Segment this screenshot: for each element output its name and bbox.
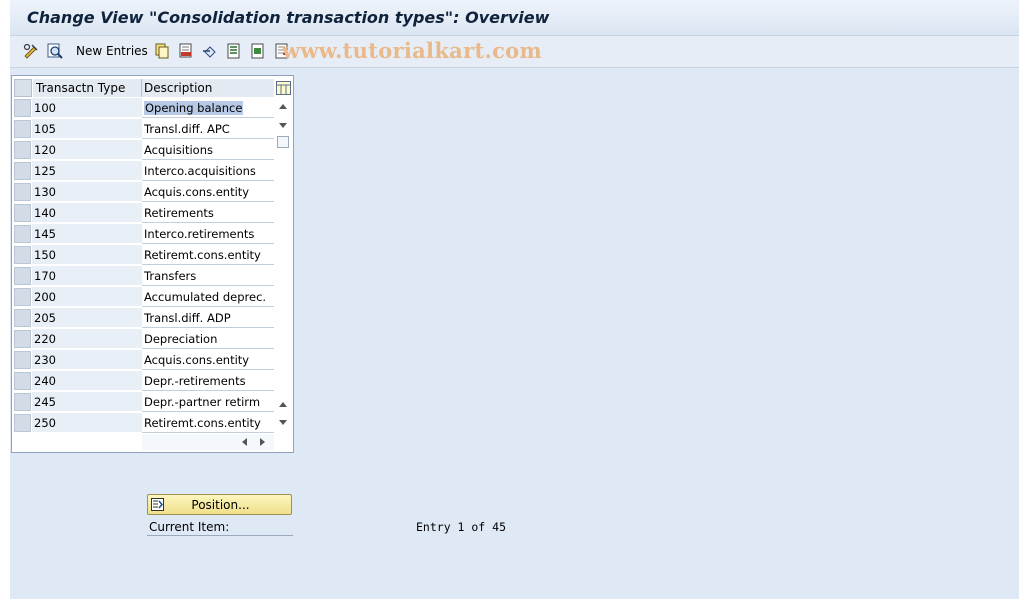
row-selector[interactable]: [14, 99, 31, 117]
select-block-icon[interactable]: [249, 42, 267, 60]
table-row[interactable]: 240 Depr.-retirements: [14, 371, 274, 391]
scroll-up-icon[interactable]: [279, 104, 287, 109]
row-selector[interactable]: [14, 162, 31, 180]
cell-description[interactable]: Opening balance: [142, 98, 274, 118]
cell-description[interactable]: Depr.-retirements: [142, 371, 274, 391]
select-all-rows-button[interactable]: [14, 79, 32, 97]
cell-transaction-type[interactable]: 150: [32, 245, 142, 265]
row-selector[interactable]: [14, 393, 31, 411]
table-row[interactable]: 205 Transl.diff. ADP: [14, 308, 274, 328]
scroll-page-down-icon[interactable]: [279, 420, 287, 425]
cell-transaction-type[interactable]: 250: [32, 413, 142, 433]
scroll-page-up-icon[interactable]: [279, 402, 287, 407]
cell-description[interactable]: Interco.acquisitions: [142, 161, 274, 181]
cell-transaction-type[interactable]: 145: [32, 224, 142, 244]
row-selector[interactable]: [14, 288, 31, 306]
row-selector[interactable]: [14, 225, 31, 243]
cell-transaction-type[interactable]: 170: [32, 266, 142, 286]
cell-description[interactable]: Interco.retirements: [142, 224, 274, 244]
cell-description[interactable]: Acquis.cons.entity: [142, 182, 274, 202]
column-header-transaction-type[interactable]: Transactn Type: [33, 79, 142, 97]
cell-transaction-type[interactable]: 240: [32, 371, 142, 391]
cell-description[interactable]: Acquisitions: [142, 140, 274, 160]
horizontal-scrollbar[interactable]: [142, 434, 274, 450]
cell-description[interactable]: Retiremt.cons.entity: [142, 245, 274, 265]
select-all-icon[interactable]: [225, 42, 243, 60]
left-margin: [0, 0, 10, 599]
table-row[interactable]: 200 Accumulated deprec.: [14, 287, 274, 307]
cell-transaction-type[interactable]: 125: [32, 161, 142, 181]
row-selector[interactable]: [14, 204, 31, 222]
undo-icon[interactable]: [201, 42, 219, 60]
table-row[interactable]: 100 Opening balance: [14, 98, 274, 118]
table-row[interactable]: 245 Depr.-partner retirm: [14, 392, 274, 412]
row-selector[interactable]: [14, 267, 31, 285]
row-selector[interactable]: [14, 330, 31, 348]
position-button-label: Position...: [191, 498, 250, 512]
row-selector[interactable]: [14, 414, 31, 432]
scroll-thumb[interactable]: [277, 136, 289, 148]
new-entries-button[interactable]: New Entries: [76, 44, 148, 58]
cell-transaction-type[interactable]: 205: [32, 308, 142, 328]
display-change-icon[interactable]: [22, 42, 40, 60]
title-bar: Change View "Consolidation transaction t…: [10, 0, 1019, 36]
row-selector[interactable]: [14, 309, 31, 327]
column-header-description[interactable]: Description: [142, 79, 274, 97]
delete-icon[interactable]: [177, 42, 195, 60]
position-button[interactable]: Position...: [147, 494, 292, 515]
table-row[interactable]: 140 Retirements: [14, 203, 274, 223]
cell-description[interactable]: Retiremt.cons.entity: [142, 413, 274, 433]
selected-text[interactable]: Opening balance: [144, 101, 244, 115]
table-row[interactable]: 150 Retiremt.cons.entity: [14, 245, 274, 265]
details-icon[interactable]: [46, 42, 64, 60]
row-selector[interactable]: [14, 351, 31, 369]
watermark-text: www.tutorialkart.com: [282, 38, 542, 63]
table-row[interactable]: 130 Acquis.cons.entity: [14, 182, 274, 202]
cell-transaction-type[interactable]: 120: [32, 140, 142, 160]
row-selector[interactable]: [14, 372, 31, 390]
page-title: Change View "Consolidation transaction t…: [27, 8, 550, 27]
row-selector[interactable]: [14, 120, 31, 138]
table-settings-icon[interactable]: [275, 79, 292, 97]
scroll-right-icon[interactable]: [260, 438, 265, 446]
table-row[interactable]: 145 Interco.retirements: [14, 224, 274, 244]
cell-description[interactable]: Acquis.cons.entity: [142, 350, 274, 370]
table-row[interactable]: 220 Depreciation: [14, 329, 274, 349]
row-selector[interactable]: [14, 183, 31, 201]
cell-description[interactable]: Depreciation: [142, 329, 274, 349]
cell-transaction-type[interactable]: 130: [32, 182, 142, 202]
cell-description[interactable]: Accumulated deprec.: [142, 287, 274, 307]
row-selector[interactable]: [14, 246, 31, 264]
cell-transaction-type[interactable]: 245: [32, 392, 142, 412]
cell-transaction-type[interactable]: 140: [32, 203, 142, 223]
table-row[interactable]: 230 Acquis.cons.entity: [14, 350, 274, 370]
table-row[interactable]: 105 Transl.diff. APC: [14, 119, 274, 139]
scroll-left-icon[interactable]: [242, 438, 247, 446]
current-item-label: Current Item:: [147, 519, 293, 536]
cell-description[interactable]: Transl.diff. ADP: [142, 308, 274, 328]
table-row[interactable]: 170 Transfers: [14, 266, 274, 286]
scroll-down-icon[interactable]: [279, 123, 287, 128]
table-row[interactable]: 120 Acquisitions: [14, 140, 274, 160]
table-row[interactable]: 125 Interco.acquisitions: [14, 161, 274, 181]
table-row[interactable]: 250 Retiremt.cons.entity: [14, 413, 274, 433]
cell-description[interactable]: Transfers: [142, 266, 274, 286]
cell-transaction-type[interactable]: 220: [32, 329, 142, 349]
transaction-types-table: Transactn Type Description 100 Opening ba…: [11, 75, 294, 453]
cell-transaction-type[interactable]: 105: [32, 119, 142, 139]
vertical-scrollbar[interactable]: [275, 98, 292, 433]
cell-transaction-type[interactable]: 200: [32, 287, 142, 307]
cell-description[interactable]: Retirements: [142, 203, 274, 223]
cell-transaction-type[interactable]: 230: [32, 350, 142, 370]
row-selector[interactable]: [14, 141, 31, 159]
cell-transaction-type[interactable]: 100: [32, 98, 142, 118]
cell-description[interactable]: Transl.diff. APC: [142, 119, 274, 139]
cell-description[interactable]: Depr.-partner retirm: [142, 392, 274, 412]
entry-status-text: Entry 1 of 45: [416, 520, 507, 534]
copy-icon[interactable]: [153, 42, 171, 60]
